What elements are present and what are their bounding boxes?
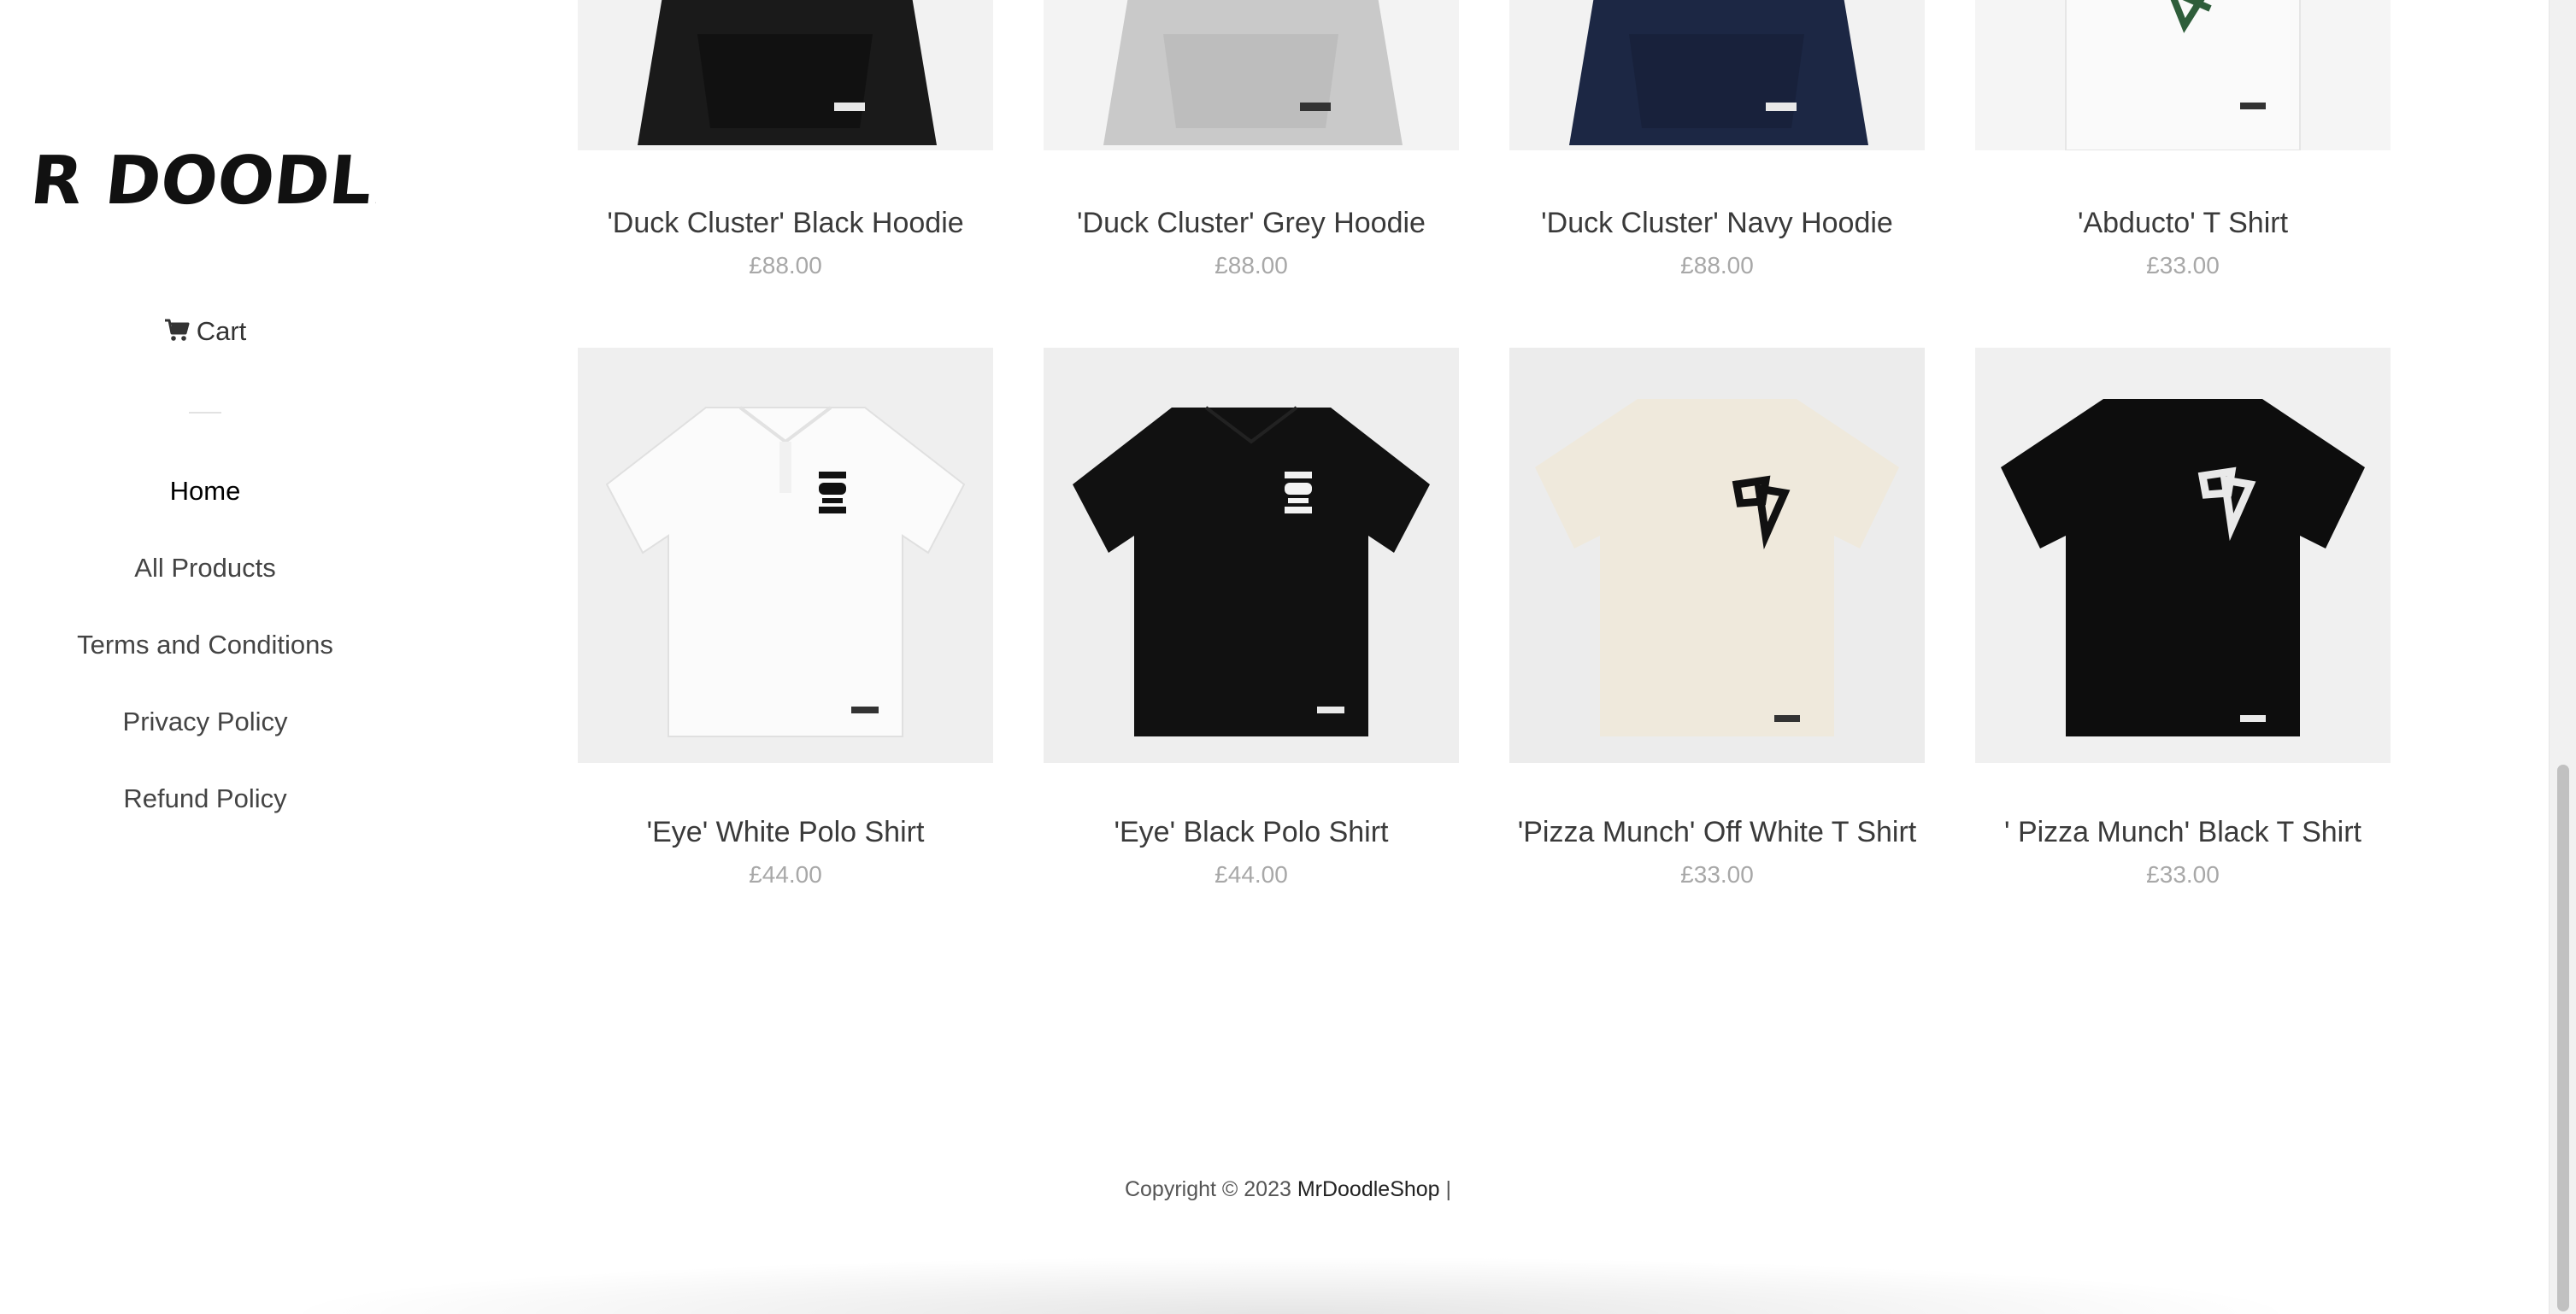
- product-card[interactable]: 'Pizza Munch' Off White T Shirt £33.00: [1509, 348, 1925, 889]
- tshirt-image-icon: [2001, 399, 2365, 736]
- nav-item-privacy[interactable]: Privacy Policy: [0, 696, 410, 773]
- product-image[interactable]: [1044, 348, 1459, 763]
- product-image[interactable]: [1975, 348, 2391, 763]
- product-price: £44.00: [749, 861, 822, 888]
- product-card[interactable]: 'Eye' Black Polo Shirt £44.00: [1044, 348, 1459, 889]
- brand-logo-mark: MR DOODLE!: [0, 142, 452, 220]
- nav-item-all-products[interactable]: All Products: [0, 543, 410, 619]
- polo-image-icon: [1073, 406, 1430, 736]
- hoodie-image-icon: [638, 0, 937, 145]
- product-title[interactable]: 'Eye' Black Polo Shirt: [1044, 816, 1459, 849]
- product-title[interactable]: ' Pizza Munch' Black T Shirt: [1975, 816, 2391, 849]
- sidebar: MR DOODLE! Cart Home All Products Terms …: [0, 0, 452, 1314]
- product-title[interactable]: 'Duck Cluster' Grey Hoodie: [1044, 207, 1459, 240]
- cart-icon: [164, 319, 190, 341]
- product-title[interactable]: 'Duck Cluster' Black Hoodie: [578, 207, 993, 240]
- copyright-text: Copyright © 2023: [1124, 1177, 1291, 1201]
- scrollbar-thumb[interactable]: [2557, 765, 2569, 1311]
- brand-logo-text: MR DOODLE!: [34, 142, 376, 220]
- polo-image-icon: [605, 406, 966, 737]
- cart-label: Cart: [196, 316, 247, 346]
- footer-shop-link[interactable]: MrDoodleShop: [1297, 1177, 1440, 1201]
- product-price: £33.00: [2146, 861, 2220, 888]
- product-card[interactable]: 'Abducto' T Shirt £33.00: [1975, 0, 2391, 279]
- product-price: £88.00: [1680, 252, 1754, 279]
- footer: Copyright © 2023 MrDoodleShop |: [0, 1177, 2576, 1202]
- bottom-shadow: [273, 1256, 2308, 1314]
- sidebar-nav: Home All Products Terms and Conditions P…: [0, 466, 410, 850]
- nav-item-terms[interactable]: Terms and Conditions: [0, 619, 410, 696]
- cart-link[interactable]: Cart: [0, 316, 410, 347]
- tshirt-image-icon: [1535, 399, 1899, 736]
- hoodie-image-icon: [1569, 0, 1868, 145]
- product-title[interactable]: 'Eye' White Polo Shirt: [578, 816, 993, 849]
- hoodie-image-icon: [1103, 0, 1403, 145]
- product-image[interactable]: [1509, 0, 1925, 150]
- product-image[interactable]: [1975, 0, 2391, 150]
- page: MR DOODLE! Cart Home All Products Terms …: [0, 0, 2576, 1314]
- product-card[interactable]: 'Duck Cluster' Navy Hoodie £88.00: [1509, 0, 1925, 279]
- product-image[interactable]: [1044, 0, 1459, 150]
- product-image[interactable]: [1509, 348, 1925, 763]
- product-title[interactable]: 'Duck Cluster' Navy Hoodie: [1509, 207, 1925, 240]
- product-price: £33.00: [1680, 861, 1754, 888]
- product-title[interactable]: 'Abducto' T Shirt: [1975, 207, 2391, 240]
- product-card[interactable]: ' Pizza Munch' Black T Shirt £33.00: [1975, 348, 2391, 889]
- product-price: £88.00: [1214, 252, 1288, 279]
- scrollbar[interactable]: [2549, 0, 2576, 1314]
- tshirt-image-icon: [2065, 0, 2301, 150]
- product-image[interactable]: [578, 348, 993, 763]
- product-card[interactable]: 'Duck Cluster' Grey Hoodie £88.00: [1044, 0, 1459, 279]
- product-card[interactable]: 'Duck Cluster' Black Hoodie £88.00: [578, 0, 993, 279]
- product-price: £44.00: [1214, 861, 1288, 888]
- footer-separator: |: [1445, 1177, 1452, 1201]
- sidebar-divider: [189, 412, 221, 414]
- product-price: £33.00: [2146, 252, 2220, 279]
- nav-item-home[interactable]: Home: [0, 466, 410, 543]
- product-price: £88.00: [749, 252, 822, 279]
- brand-logo[interactable]: MR DOODLE!: [0, 128, 452, 231]
- product-title[interactable]: 'Pizza Munch' Off White T Shirt: [1509, 816, 1925, 849]
- nav-item-refund[interactable]: Refund Policy: [0, 773, 410, 850]
- product-card[interactable]: 'Eye' White Polo Shirt £44.00: [578, 348, 993, 889]
- product-image[interactable]: [578, 0, 993, 150]
